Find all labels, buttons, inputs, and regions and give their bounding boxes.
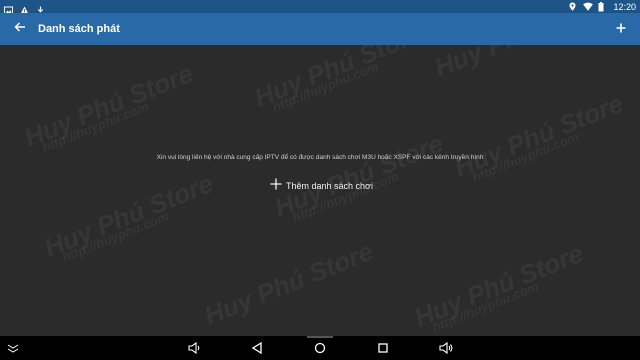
gallery-icon xyxy=(4,2,13,15)
plus-icon xyxy=(616,20,626,38)
playlist-content: Huy Phú Store http://huyphu.com Huy Phú … xyxy=(0,45,640,336)
add-playlist-button[interactable]: Thêm danh sách chơi xyxy=(270,177,373,195)
arrow-left-icon xyxy=(14,20,26,38)
location-icon xyxy=(568,2,577,11)
hide-keyboard-icon[interactable] xyxy=(6,341,20,355)
download-icon xyxy=(36,2,45,15)
page-title: Danh sách phát xyxy=(38,23,120,35)
warning-icon xyxy=(20,2,29,15)
home-circle-icon[interactable] xyxy=(313,341,327,355)
status-time: 12:20 xyxy=(613,1,636,12)
recents-square-icon[interactable] xyxy=(376,341,390,355)
volume-up-icon[interactable] xyxy=(439,341,453,355)
add-playlist-label: Thêm danh sách chơi xyxy=(286,181,373,191)
empty-playlist-message: Xin vui lòng liên hệ với nhà cung cấp IP… xyxy=(156,154,484,161)
plus-icon xyxy=(270,177,282,195)
nav-handle xyxy=(307,336,333,338)
status-bar: 12:20 xyxy=(0,0,640,15)
back-button[interactable] xyxy=(12,21,28,37)
app-bar: Danh sách phát xyxy=(0,13,640,45)
add-button[interactable] xyxy=(614,22,628,36)
volume-down-icon[interactable] xyxy=(188,341,202,355)
back-triangle-icon[interactable] xyxy=(250,341,264,355)
wifi-icon xyxy=(583,2,594,11)
battery-icon xyxy=(598,2,607,12)
navigation-bar xyxy=(0,336,640,360)
